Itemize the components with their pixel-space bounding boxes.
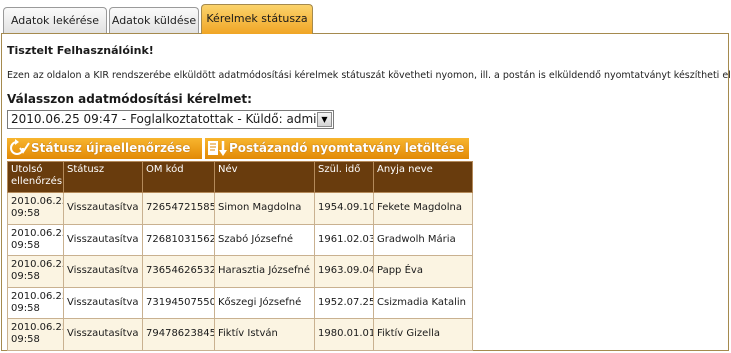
table-row: 2010.06.25 09:58 Visszautasítva 79478623…	[7, 318, 473, 351]
cell-om-code: 79478623845	[142, 318, 215, 351]
cell-status: Visszautasítva	[63, 192, 143, 225]
cell-mother-name: Csizmadia Katalin	[373, 286, 473, 319]
dropdown-arrow-icon[interactable]: ▼	[317, 112, 332, 127]
cell-name: Simon Magdolna	[214, 192, 315, 225]
cell-name: Kőszegi Józsefné	[214, 286, 315, 319]
refresh-check-icon	[7, 138, 31, 159]
table-row: 2010.06.25 09:58 Visszautasítva 73654626…	[7, 255, 473, 288]
table-row: 2010.06.25 09:58 Visszautasítva 73194507…	[7, 286, 473, 319]
cell-om-code: 73194507550	[142, 286, 215, 319]
tab-adatok-kuldese[interactable]: Adatok küldése	[109, 7, 199, 33]
cell-om-code: 73654626532	[142, 255, 215, 288]
request-select-label: Válasszon adatmódosítási kérelmet:	[7, 92, 252, 106]
cell-last-check: 2010.06.25 09:58	[7, 223, 64, 256]
cell-last-check: 2010.06.25 09:58	[7, 255, 64, 288]
table-row: 2010.06.25 09:58 Visszautasítva 72681031…	[7, 223, 473, 256]
cell-status: Visszautasítva	[63, 318, 143, 351]
cell-mother-name: Fiktív Gizella	[373, 318, 473, 351]
page-description: Ezen az oldalon a KIR rendszerébe elküld…	[7, 70, 731, 81]
table-header-row: Utolsó ellenőrzés Státusz OM kód Név Szü…	[7, 161, 473, 193]
cell-mother-name: Gradwolh Mária	[373, 223, 473, 256]
tab-adatok-lekerese[interactable]: Adatok lekérése	[3, 7, 107, 33]
cell-status: Visszautasítva	[63, 223, 143, 256]
table-row: 2010.06.25 09:58 Visszautasítva 72654721…	[7, 192, 473, 225]
cell-last-check: 2010.06.25 09:58	[7, 318, 64, 351]
cell-mother-name: Papp Éva	[373, 255, 473, 288]
tab-bar: Adatok lekérése Adatok küldése Kérelmek …	[0, 0, 731, 34]
cell-status: Visszautasítva	[63, 255, 143, 288]
col-header-om-code: OM kód	[142, 161, 215, 193]
greeting-heading: Tisztelt Felhasználóink!	[7, 44, 154, 57]
col-header-mother-name: Anyja neve	[373, 161, 473, 193]
cell-birth-date: 1980.01.01	[314, 318, 374, 351]
download-form-button[interactable]: Postázandó nyomtatvány letöltése	[205, 138, 469, 159]
recheck-status-label: Státusz újraellenőrzése	[31, 141, 191, 155]
cell-last-check: 2010.06.25 09:58	[7, 192, 64, 225]
cell-birth-date: 1961.02.03	[314, 223, 374, 256]
cell-last-check: 2010.06.25 09:58	[7, 286, 64, 319]
cell-mother-name: Fekete Magdolna	[373, 192, 473, 225]
cell-birth-date: 1952.07.25	[314, 286, 374, 319]
download-form-label: Postázandó nyomtatvány letöltése	[229, 141, 465, 155]
cell-om-code: 72654721585	[142, 192, 215, 225]
col-header-birth-date: Szül. idő	[314, 161, 374, 193]
col-header-name: Név	[214, 161, 315, 193]
cell-om-code: 72681031562	[142, 223, 215, 256]
request-select[interactable]: 2010.06.25 09:47 - Foglalkoztatottak - K…	[7, 110, 334, 129]
cell-name: Harasztia Józsefné	[214, 255, 315, 288]
request-select-value: 2010.06.25 09:47 - Foglalkoztatottak - K…	[11, 112, 325, 126]
cell-birth-date: 1954.09.10	[314, 192, 374, 225]
cell-status: Visszautasítva	[63, 286, 143, 319]
cell-name: Fiktív István	[214, 318, 315, 351]
recheck-status-button[interactable]: Státusz újraellenőrzése	[7, 138, 202, 159]
cell-name: Szabó Józsefné	[214, 223, 315, 256]
tab-kerelmek-statusza[interactable]: Kérelmek státusza	[201, 4, 313, 34]
cell-birth-date: 1963.09.04	[314, 255, 374, 288]
status-table: Utolsó ellenőrzés Státusz OM kód Név Szü…	[7, 161, 473, 351]
col-header-last-check: Utolsó ellenőrzés	[7, 161, 64, 193]
content-panel: Tisztelt Felhasználóink! Ezen az oldalon…	[1, 33, 731, 351]
document-download-icon	[205, 138, 229, 159]
col-header-status: Státusz	[63, 161, 143, 193]
